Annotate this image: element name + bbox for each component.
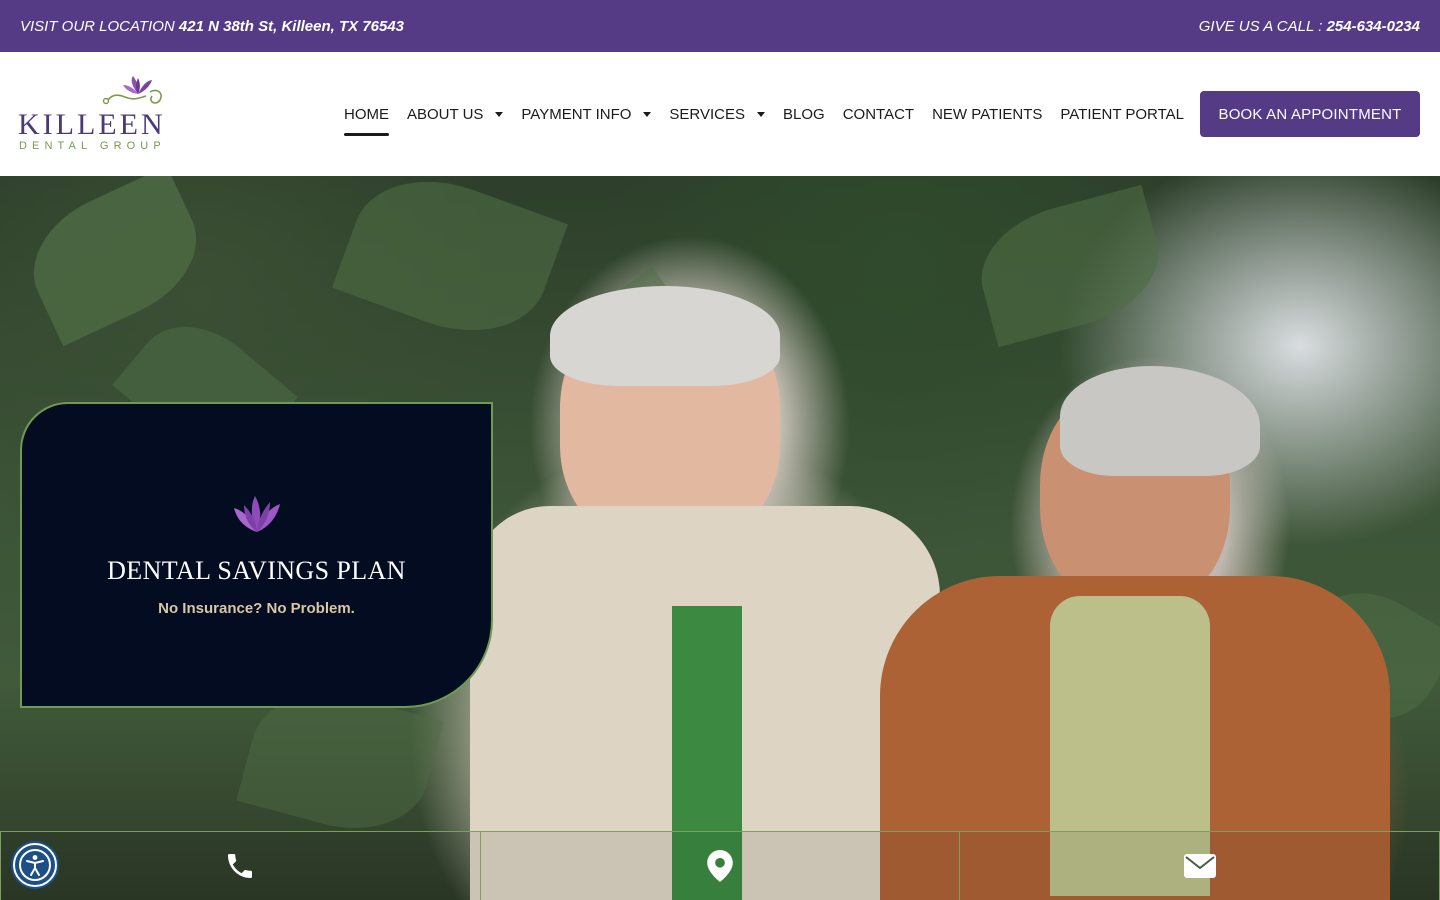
- nav-item-label: CONTACT: [842, 105, 915, 123]
- contact-bar: [0, 831, 1440, 900]
- map-pin-icon: [707, 850, 733, 882]
- nav-item-label: SERVICES: [669, 105, 746, 123]
- caret-down-icon[interactable]: [643, 111, 652, 117]
- accessibility-button[interactable]: [13, 843, 57, 887]
- phone-prefix: GIVE US A CALL :: [1198, 17, 1323, 35]
- hero-section: DENTAL SAVINGS PLAN No Insurance? No Pro…: [0, 176, 1440, 900]
- nav-item-label: PATIENT PORTAL: [1060, 105, 1185, 123]
- nav-item-about-us[interactable]: ABOUT US: [407, 94, 504, 134]
- location-prefix: VISIT OUR LOCATION: [20, 17, 175, 35]
- caret-down-icon[interactable]: [495, 111, 504, 117]
- nav-item-label: NEW PATIENTS: [932, 105, 1043, 123]
- nav-item-new-patients[interactable]: NEW PATIENTS: [932, 94, 1042, 134]
- lotus-flower-icon: [234, 496, 280, 532]
- top-info-bar: VISIT OUR LOCATION 421 N 38th St, Killee…: [0, 0, 1440, 52]
- nav-item-payment-info[interactable]: PAYMENT INFO: [521, 94, 652, 134]
- caret-down-icon[interactable]: [757, 111, 766, 117]
- site-header: KILLEEN DENTAL GROUP HOME ABOUT US PAYME…: [0, 52, 1440, 176]
- savings-plan-subtitle: No Insurance? No Problem.: [158, 600, 355, 617]
- nav-item-label: HOME: [344, 105, 389, 123]
- email-button[interactable]: [960, 831, 1440, 900]
- book-appointment-button[interactable]: BOOK AN APPOINTMENT: [1200, 91, 1420, 137]
- envelope-icon: [1183, 854, 1216, 878]
- logo-subline: DENTAL GROUP: [19, 140, 166, 152]
- nav-item-patient-portal[interactable]: PATIENT PORTAL: [1060, 94, 1184, 134]
- nav-item-home[interactable]: HOME: [344, 94, 389, 136]
- call-button[interactable]: [0, 831, 481, 900]
- nav-item-label: PAYMENT INFO: [521, 105, 632, 123]
- directions-button[interactable]: [480, 831, 961, 900]
- nav-item-blog[interactable]: BLOG: [783, 94, 825, 134]
- nav-item-label: BLOG: [783, 105, 825, 123]
- savings-plan-card[interactable]: DENTAL SAVINGS PLAN No Insurance? No Pro…: [20, 402, 493, 708]
- phone-number[interactable]: 254-634-0234: [1327, 18, 1420, 35]
- logo-wordmark: KILLEEN: [18, 108, 166, 141]
- location-address[interactable]: 421 N 38th St, Killeen, TX 76543: [179, 18, 404, 35]
- phone-icon: [228, 854, 253, 878]
- savings-plan-title: DENTAL SAVINGS PLAN: [107, 556, 406, 585]
- accessibility-icon: [19, 849, 51, 881]
- location-info[interactable]: VISIT OUR LOCATION 421 N 38th St, Killee…: [20, 18, 404, 35]
- nav-item-label: ABOUT US: [407, 105, 484, 123]
- main-nav: HOME ABOUT US PAYMENT INFO SERVICES BLOG…: [344, 52, 1202, 176]
- site-logo[interactable]: KILLEEN DENTAL GROUP: [18, 74, 178, 156]
- nav-item-contact[interactable]: CONTACT: [843, 94, 914, 134]
- nav-item-services[interactable]: SERVICES: [669, 94, 766, 134]
- phone-info[interactable]: GIVE US A CALL : 254-634-0234: [1199, 18, 1420, 35]
